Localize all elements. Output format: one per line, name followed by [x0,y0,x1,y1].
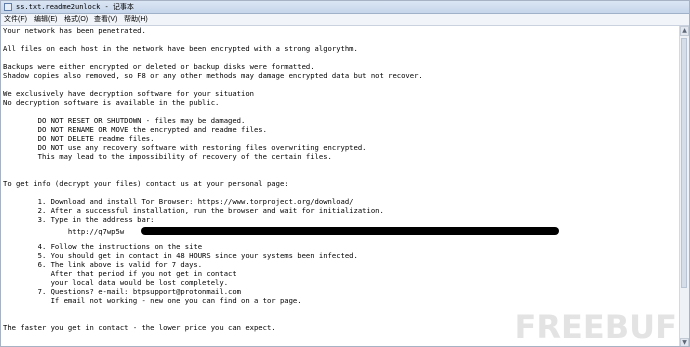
doc-line-12: DO NOT RENAME OR MOVE the encrypted and … [3,125,267,134]
redaction-bar [141,227,559,235]
notepad-icon [4,3,12,11]
doc-line-28: 6. The link above is valid for 7 days. [3,260,203,269]
vertical-scrollbar[interactable]: ▲ ▼ [679,26,689,346]
doc-line-29: After that period if you not get in cont… [3,269,237,278]
menu-edit[interactable]: 编辑(E) [34,14,57,25]
menu-view[interactable]: 查看(V) [94,14,117,25]
site-watermark: FREEBUF [514,308,677,346]
window-title: ss.txt.readme2unlock - 记事本 [16,3,134,11]
doc-line-14: DO NOT use any recovery software with re… [3,143,367,152]
notepad-window: ss.txt.readme2unlock - 记事本 文件(F) 编辑(E) 格… [0,0,690,347]
title-bar[interactable]: ss.txt.readme2unlock - 记事本 [1,1,689,14]
menu-help[interactable]: 帮助(H) [124,14,148,25]
doc-line-3: All files on each host in the network ha… [3,44,358,53]
doc-line-27: 5. You should get in contact in 48 HOURS… [3,251,358,260]
text-editor[interactable]: Your network has been penetrated. All fi… [1,26,679,346]
doc-line-9: No decryption software is available in t… [3,98,220,107]
scroll-up-arrow-icon[interactable]: ▲ [680,26,689,36]
scrollbar-thumb[interactable] [681,38,687,288]
doc-line-26: 4. Follow the instructions on the site [3,242,203,251]
doc-line-24: http://q7wp5w [3,227,125,236]
doc-line-21: 2. After a successful installation, run … [3,206,384,215]
doc-line-35: The faster you get in contact - the lowe… [3,323,276,332]
doc-line-5: Backups were either encrypted or deleted… [3,62,315,71]
menu-bar: 文件(F) 编辑(E) 格式(O) 查看(V) 帮助(H) [1,14,689,26]
doc-line-8: We exclusively have decryption software … [3,89,254,98]
menu-format[interactable]: 格式(O) [64,14,88,25]
doc-line-15: This may lead to the impossibility of re… [3,152,332,161]
doc-line-31: 7. Questions? e-mail: btpsupport@protonm… [3,287,241,296]
doc-line-18: To get info (decrypt your files) contact… [3,179,289,188]
doc-line-20: 1. Download and install Tor Browser: htt… [3,197,354,206]
doc-line-6: Shadow copies also removed, so F8 or any… [3,71,423,80]
doc-line-22: 3. Type in the address bar: [3,215,155,224]
doc-line-1: Your network has been penetrated. [3,26,146,35]
menu-file[interactable]: 文件(F) [4,14,27,25]
doc-line-11: DO NOT RESET OR SHUTDOWN - files may be … [3,116,246,125]
doc-line-30: your local data would be lost completely… [3,278,229,287]
doc-line-13: DO NOT DELETE readme files. [3,134,155,143]
doc-line-32: If email not working - new one you can f… [3,296,302,305]
scroll-down-arrow-icon[interactable]: ▼ [680,338,689,346]
